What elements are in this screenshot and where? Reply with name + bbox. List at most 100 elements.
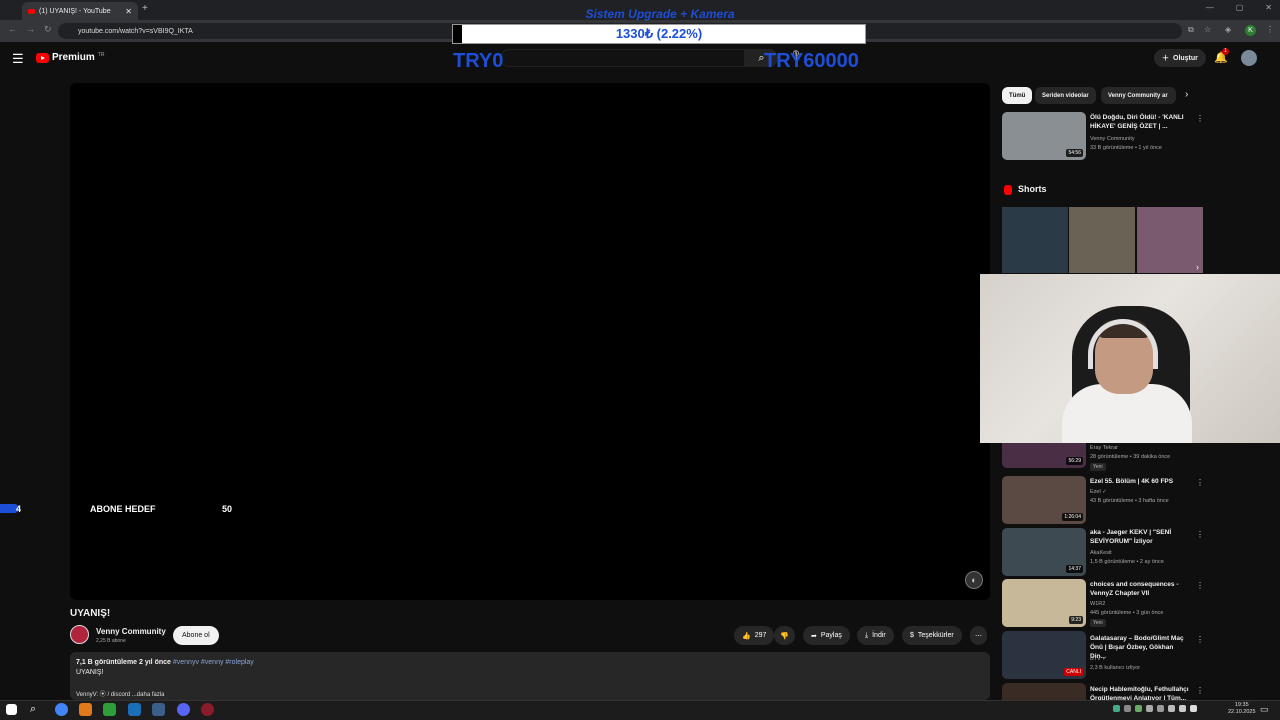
share-icon: ➦ [811, 632, 817, 640]
related-title[interactable]: Ezel 55. Bölüm | 4K 60 FPS [1090, 477, 1190, 486]
description-meta: 7,1 B görüntüleme 2 yıl önce #vennyv #ve… [76, 659, 254, 666]
youtube-premium-logo[interactable]: Premium TR [36, 52, 104, 63]
maximize-icon[interactable]: ▢ [1236, 3, 1244, 12]
app-green-icon[interactable] [103, 703, 116, 716]
duration-label: 1:26:04 [1062, 513, 1083, 521]
start-menu-icon[interactable] [6, 704, 17, 715]
related-thumbnail[interactable] [1002, 683, 1086, 700]
close-window-icon[interactable]: ✕ [1265, 3, 1272, 12]
related-channel[interactable]: W1R2 [1090, 601, 1105, 607]
channel-watermark-icon[interactable]: ◐ [965, 571, 983, 589]
more-options-icon[interactable]: ⋮ [1196, 635, 1204, 644]
minimize-icon[interactable]: — [1206, 3, 1214, 12]
channel-name[interactable]: Venny Community [96, 627, 166, 636]
profile-badge[interactable]: K [1245, 25, 1256, 36]
logo-region: TR [97, 52, 105, 58]
taskbar-clock[interactable]: 19:35 22.10.2025 [1228, 702, 1256, 716]
tray-icon[interactable] [1146, 705, 1153, 712]
related-thumbnail[interactable]: 9:23 [1002, 579, 1086, 627]
new-badge: Yeni [1090, 463, 1106, 471]
obs-icon[interactable] [201, 703, 214, 716]
browser-menu-icon[interactable]: ⋮ [1266, 25, 1274, 34]
thanks-button[interactable]: $ Teşekkürler [902, 626, 962, 645]
discord-icon[interactable] [177, 703, 190, 716]
video-title: UYANIŞ! [70, 608, 111, 619]
close-tab-icon[interactable]: ✕ [125, 7, 132, 16]
tray-icon[interactable] [1179, 705, 1186, 712]
share-button[interactable]: ➦ Paylaş [803, 626, 850, 645]
chip-series[interactable]: Seriden videolar [1035, 87, 1096, 104]
tray-icon[interactable] [1168, 705, 1175, 712]
view-count-date: 7,1 B görüntüleme 2 yıl önce [76, 659, 171, 666]
forward-icon[interactable]: → [26, 24, 35, 34]
video-player[interactable] [70, 83, 990, 600]
related-thumbnail[interactable]: 1:26:04 [1002, 476, 1086, 524]
system-tray[interactable] [1113, 705, 1197, 712]
related-thumbnail[interactable]: 54:56 [1002, 112, 1086, 160]
download-button[interactable]: ⤓ İndir [857, 626, 894, 645]
app-orange-icon[interactable] [79, 703, 92, 716]
extensions-icon[interactable]: ◈ [1225, 25, 1231, 34]
duration-label: 9:23 [1069, 616, 1083, 624]
more-options-icon[interactable]: ⋮ [1196, 686, 1204, 695]
search-input[interactable] [500, 49, 745, 67]
related-title[interactable]: aka - Jaeger KEKV | "SENİ SEVİYORUM" İzl… [1090, 528, 1190, 546]
volume-icon[interactable] [1190, 705, 1197, 712]
live-badge: CANLI [1064, 668, 1083, 676]
more-options-icon[interactable]: ⋮ [1196, 478, 1204, 487]
related-channel[interactable]: BTV ✓ [1090, 656, 1107, 662]
shorts-chevron-right-icon[interactable]: › [1196, 262, 1199, 272]
related-channel[interactable]: Ezel ✓ [1090, 489, 1107, 495]
more-options-icon[interactable]: ⋮ [1196, 114, 1204, 123]
like-button[interactable]: 👍 297 [734, 626, 775, 645]
reload-icon[interactable]: ↻ [44, 24, 52, 35]
chrome-icon[interactable] [55, 703, 68, 716]
donation-goal-amount: TRY60000 [764, 50, 859, 72]
app-blue-icon[interactable] [152, 703, 165, 716]
webcam-overlay [980, 274, 1280, 443]
short-thumbnail[interactable] [1002, 207, 1068, 273]
description-show-more[interactable]: VennyV: ⦿ / discord ...daha fazla [76, 689, 165, 698]
related-title[interactable]: Necip Hablemitoğlu, Fethullahçı Örgütlen… [1090, 685, 1190, 700]
thanks-icon: $ [910, 632, 914, 639]
related-channel[interactable]: Eray Tekrar [1090, 445, 1118, 451]
more-options-icon[interactable]: ⋮ [1196, 530, 1204, 539]
bookmark-star-icon[interactable]: ☆ [1204, 25, 1211, 34]
dislike-button[interactable]: 👎 [774, 626, 795, 645]
tray-icon[interactable] [1124, 705, 1131, 712]
hamburger-menu-icon[interactable]: ☰ [12, 51, 24, 67]
tray-icon[interactable] [1157, 705, 1164, 712]
thumbs-down-icon: 👎 [780, 632, 789, 640]
short-thumbnail[interactable] [1069, 207, 1135, 273]
thumbs-up-icon: 👍 [742, 632, 751, 640]
new-badge: Yeni [1090, 619, 1106, 627]
search-taskbar-icon[interactable]: ⌕ [30, 703, 43, 716]
steam-icon[interactable] [128, 703, 141, 716]
related-channel[interactable]: AkaKesit [1090, 550, 1112, 556]
tray-icon[interactable] [1113, 705, 1120, 712]
hashtags[interactable]: #vennyv #venny #roleplay [171, 659, 254, 666]
new-tab-button[interactable]: + [142, 3, 148, 14]
back-icon[interactable]: ← [8, 24, 17, 34]
chip-channel[interactable]: Venny Community ar [1101, 87, 1176, 104]
related-thumbnail[interactable]: 56:29 [1002, 443, 1086, 468]
subscribe-button[interactable]: Abone ol [173, 626, 219, 645]
more-actions-icon[interactable]: ⋯ [970, 626, 987, 645]
related-channel[interactable]: Venny Community [1090, 136, 1135, 142]
related-thumbnail[interactable]: 14:37 [1002, 528, 1086, 576]
more-options-icon[interactable]: ⋮ [1196, 581, 1204, 590]
related-meta: 2,3 B kullanıcı izliyor [1090, 665, 1141, 671]
related-thumbnail[interactable]: CANLI [1002, 631, 1086, 679]
chip-all[interactable]: Tümü [1002, 87, 1033, 104]
account-avatar[interactable] [1241, 50, 1257, 66]
browser-tab[interactable]: (1) UYANIŞ! - YouTube ✕ [22, 2, 138, 20]
short-thumbnail[interactable] [1137, 207, 1203, 273]
related-title[interactable]: Ölü Doğdu, Diri Öldü! - 'KANLI HİKAYE' G… [1090, 113, 1190, 131]
chevron-right-icon[interactable]: › [1185, 89, 1188, 100]
related-title[interactable]: choices and consequences - VennyZ Chapte… [1090, 580, 1190, 598]
channel-avatar[interactable] [70, 625, 89, 644]
create-button[interactable]: ＋ Oluştur [1154, 49, 1206, 67]
notification-center-icon[interactable]: ▭ [1260, 704, 1269, 715]
tray-icon[interactable] [1135, 705, 1142, 712]
install-icon[interactable]: ⧉ [1188, 25, 1194, 35]
